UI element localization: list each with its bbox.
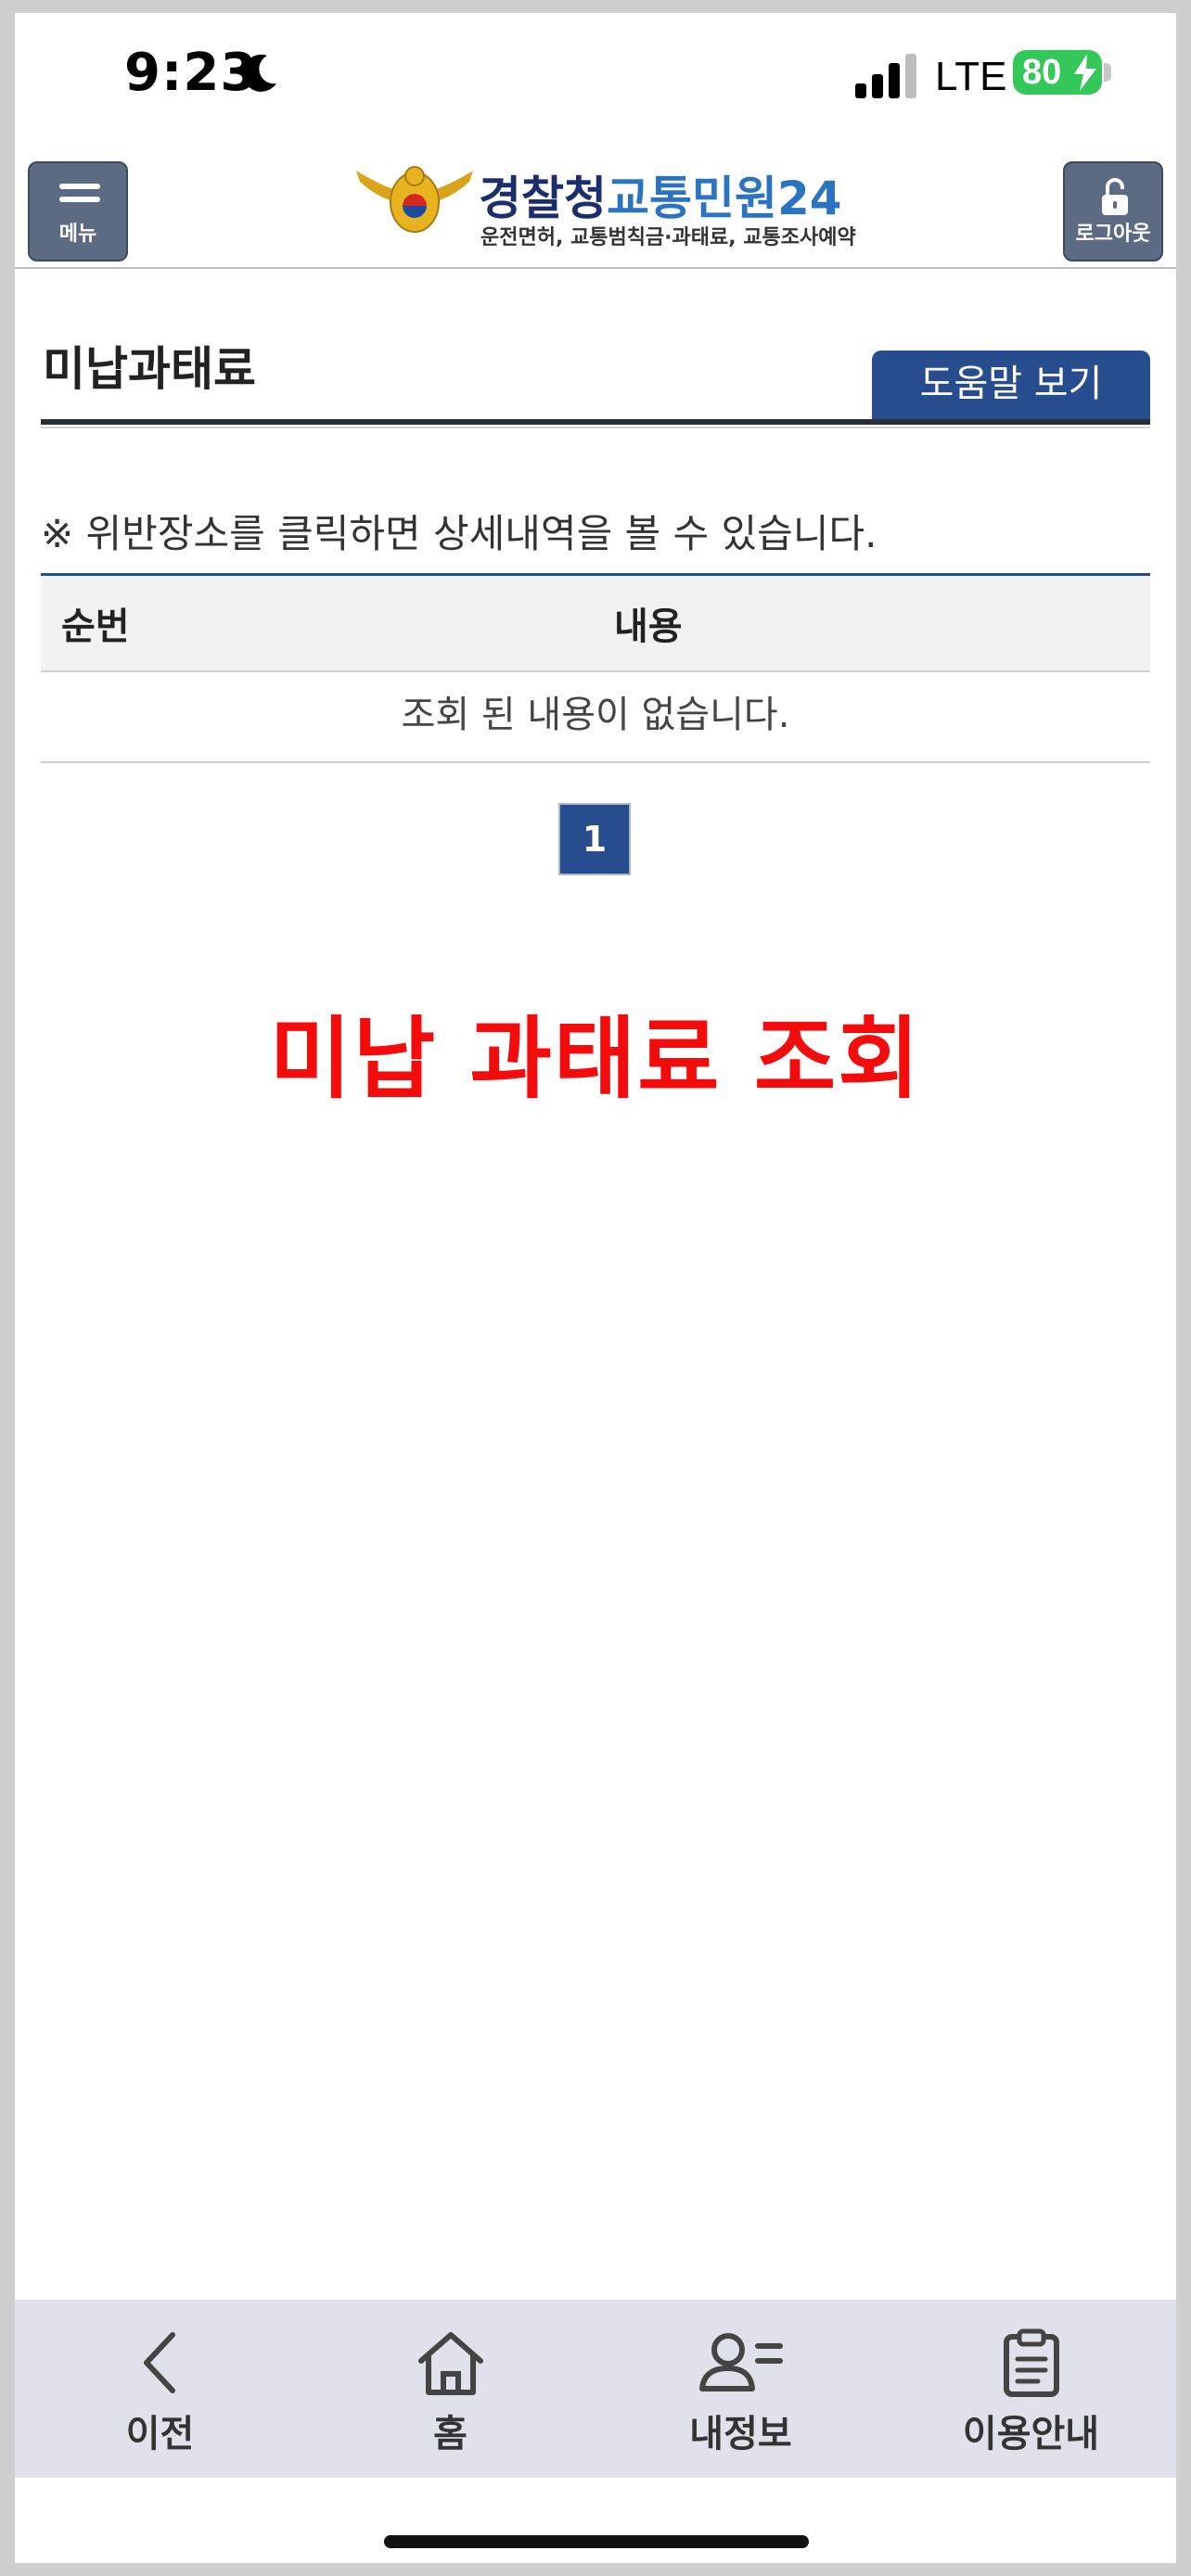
logout-label: 로그아웃 (1075, 223, 1151, 246)
nav-guide-label: 이용안내 (962, 2413, 1100, 2455)
column-header-content: 내용 (614, 606, 683, 648)
clipboard-icon (1003, 2328, 1059, 2397)
notice-text: ※ 위반장소를 클릭하면 상세내역을 볼 수 있습니다. (41, 511, 877, 556)
user-info-icon (698, 2333, 783, 2391)
police-emblem-icon (356, 166, 473, 233)
moon-icon (242, 54, 276, 92)
page-title: 미납과태료 (43, 342, 256, 396)
hamburger-icon (59, 184, 100, 213)
nav-home-label: 홈 (433, 2413, 467, 2455)
bottom-navigation: 이전 홈 내정보 이용안내 (15, 2300, 1176, 2478)
nav-myinfo-button[interactable]: 내정보 (596, 2300, 886, 2478)
signal-icon (855, 54, 916, 98)
nav-back-button[interactable]: 이전 (15, 2300, 305, 2478)
menu-button[interactable]: 메뉴 (28, 161, 128, 261)
title-divider-light (41, 427, 1150, 428)
battery-cap (1104, 63, 1111, 82)
charging-bolt-icon (1074, 54, 1096, 91)
pagination-page-1[interactable]: 1 (558, 803, 631, 875)
overlay-banner-text: 미납 과태료 조회 (269, 1007, 922, 1111)
title-divider (41, 419, 1150, 425)
help-button[interactable]: 도움말 보기 (872, 351, 1150, 423)
network-type: LTE (935, 54, 1007, 99)
nav-back-label: 이전 (125, 2413, 195, 2455)
menu-label: 메뉴 (58, 223, 97, 246)
phone-screen: 9:23 LTE 80 메뉴 경찰청교통민원24 운전면허, 교통범칙금·과태료… (15, 13, 1176, 2563)
table-header: 순번 내용 (41, 573, 1150, 672)
battery-level: 80 (1022, 53, 1062, 92)
column-header-no: 순번 (61, 606, 130, 648)
logo-title-service: 교통민원24 (607, 172, 842, 225)
back-chevron-icon (143, 2332, 175, 2393)
nav-myinfo-label: 내정보 (689, 2413, 792, 2455)
home-icon (417, 2332, 483, 2395)
logo-title[interactable]: 경찰청교통민원24 (479, 161, 842, 228)
unlock-icon (1102, 178, 1128, 215)
table-empty-message: 조회 된 내용이 없습니다. (41, 672, 1150, 763)
app-header: 메뉴 경찰청교통민원24 운전면허, 교통범칙금·과태료, 교통조사예약 로그아… (15, 141, 1176, 269)
status-time: 9:23 (124, 43, 258, 103)
logout-button[interactable]: 로그아웃 (1063, 161, 1163, 261)
fines-table: 순번 내용 조회 된 내용이 없습니다. (41, 573, 1150, 763)
home-indicator (384, 2535, 809, 2548)
nav-guide-button[interactable]: 이용안내 (886, 2300, 1176, 2478)
nav-home-button[interactable]: 홈 (305, 2300, 596, 2478)
logo-title-agency: 경찰청 (479, 172, 607, 225)
logo-subtitle: 운전면허, 교통범칙금·과태료, 교통조사예약 (480, 226, 856, 249)
